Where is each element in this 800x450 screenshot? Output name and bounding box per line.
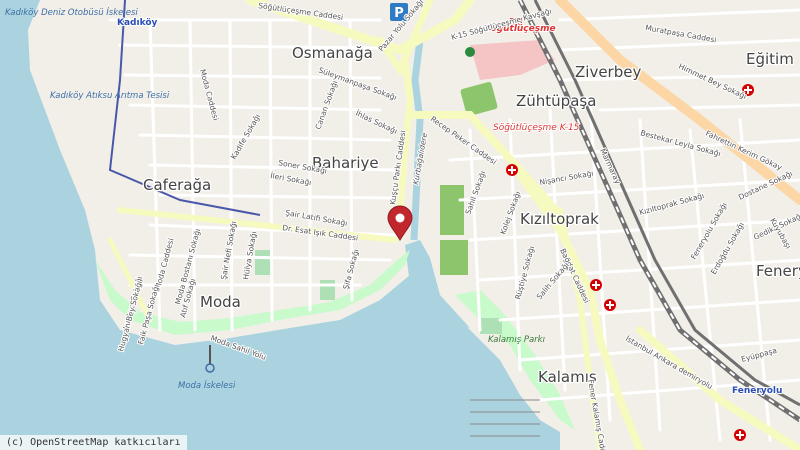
metro-icon: [465, 47, 475, 57]
label-atiksu: Kadıköy Atıksu Arıtma Tesisi: [50, 91, 170, 101]
label-deniz-otobusu: Kadıköy Deniz Otobüsü İskelesi: [5, 7, 138, 18]
label-kadikoy: Kadıköy: [117, 18, 158, 28]
label-feneryolu: Feneryolu: [732, 386, 782, 396]
label-zuhtupasa: Zühtüpaşa: [516, 92, 596, 110]
attribution: (c) OpenStreetMap katkıcıları: [0, 435, 187, 450]
label-kiziltoprak: Kızıltoprak: [520, 210, 599, 228]
sports-field-2: [440, 240, 468, 275]
green-block-2: [320, 280, 335, 300]
label-kalamis-parki: Kalamış Parkı: [488, 335, 545, 345]
map-view[interactable]: P Osmanağa Caferağa Moda Bahariye Zühtüp…: [0, 0, 800, 450]
map-canvas[interactable]: P Osmanağa Caferağa Moda Bahariye Zühtüp…: [0, 0, 800, 450]
label-fenerbahce: Fenery: [756, 262, 800, 280]
label-caferaga: Caferağa: [143, 176, 211, 194]
label-sogutlucesme-k15: Söğütlüçeşme K-15: [493, 123, 580, 133]
sports-field-1: [440, 185, 464, 235]
label-moda-iskelesi: Moda İskelesi: [178, 380, 236, 391]
label-osmanaga: Osmanağa: [292, 44, 373, 62]
label-moda: Moda: [200, 293, 241, 311]
label-ziverbey: Ziverbey: [575, 63, 641, 81]
label-egitim: Eğitim: [746, 50, 794, 68]
